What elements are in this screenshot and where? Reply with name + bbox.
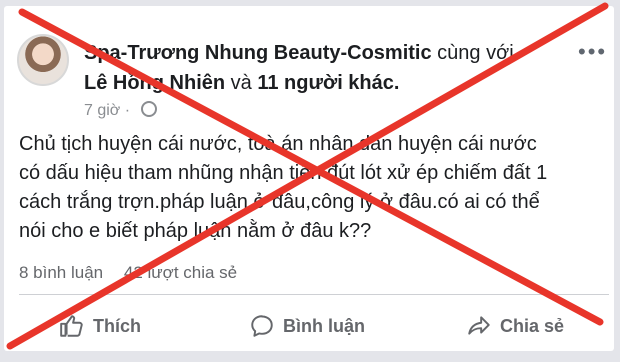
divider	[19, 294, 609, 295]
tagged-person[interactable]: Lê Hồng Nhiên	[84, 72, 225, 94]
thumbs-up-icon	[60, 315, 83, 337]
others-link[interactable]: 11 người khác.	[257, 72, 399, 94]
comment-count[interactable]: 8 bình luận	[19, 263, 103, 282]
post-text-line: có dấu hiệu tham nhũng nhận tiền đút lót…	[19, 162, 548, 184]
globe-icon	[140, 101, 157, 117]
like-label: Thích	[93, 315, 141, 336]
like-button[interactable]: Thích	[59, 304, 141, 348]
share-button[interactable]: Chia sẻ	[466, 304, 564, 348]
post-card: Spa-Trương Nhung Beauty-Cosmitic cùng vớ…	[4, 6, 614, 351]
post-stats: 8 bình luận 42 lượt chia sẻ	[19, 263, 237, 283]
share-label: Chia sẻ	[500, 315, 565, 336]
post-text: Chủ tịch huyện cái nước, toà án nhân dân…	[19, 130, 609, 246]
share-count[interactable]: 42 lượt chia sẻ	[124, 263, 237, 282]
comment-button[interactable]: Bình luận	[249, 304, 365, 348]
share-icon	[468, 316, 490, 335]
tagged-line: Lê Hồng Nhiên và 11 người khác.	[84, 72, 399, 95]
avatar[interactable]	[17, 34, 69, 86]
comment-label: Bình luận	[283, 315, 365, 336]
action-bar: Thích Bình luận Chia sẻ	[4, 304, 614, 348]
author-name[interactable]: Spa-Trương Nhung Beauty-Cosmitic	[84, 42, 432, 64]
post-header: Spa-Trương Nhung Beauty-Cosmitic cùng vớ…	[84, 42, 514, 65]
post-text-line: nói cho e biết pháp luận nằm ở đâu k??	[19, 220, 372, 242]
post-text-line: cách trắng trợn.pháp luận ở đâu,công lý …	[19, 191, 540, 213]
with-text: cùng với	[437, 42, 514, 64]
post-time[interactable]: 7 giờ	[84, 102, 120, 119]
and-text: và	[230, 72, 252, 94]
more-options-icon[interactable]: •••	[578, 39, 607, 65]
post-meta: 7 giờ ·	[84, 101, 157, 120]
post-text-line: Chủ tịch huyện cái nước, toà án nhân dân…	[19, 133, 537, 155]
comment-icon	[251, 315, 273, 337]
